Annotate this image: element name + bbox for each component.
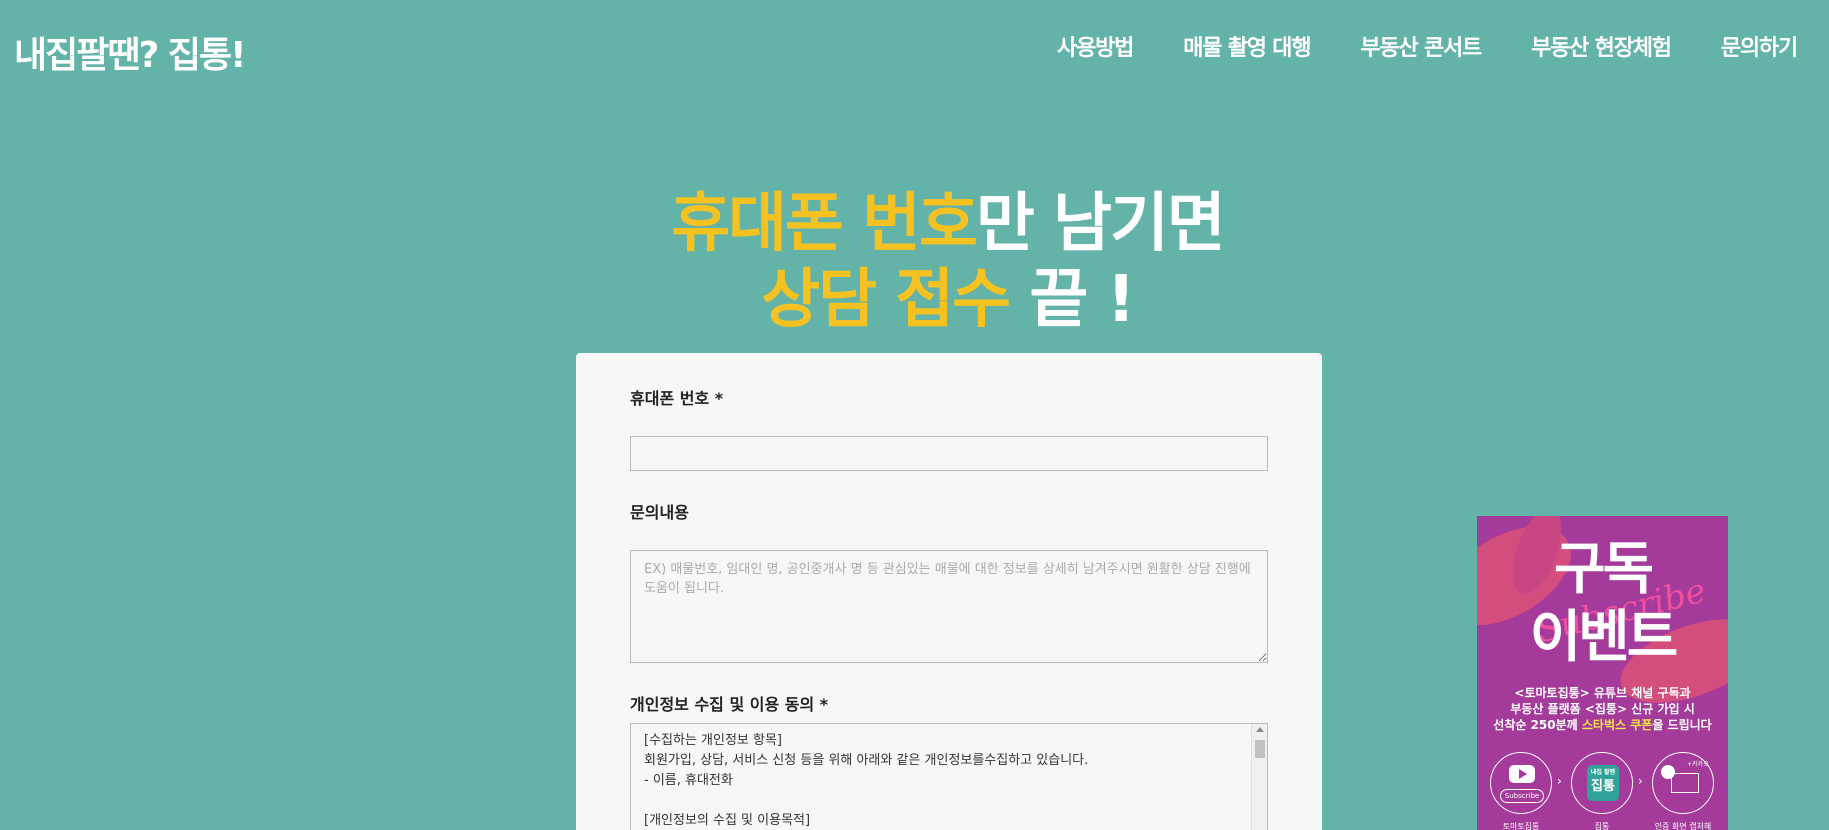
nav-real-estate-field-experience[interactable]: 부동산 현장체험 — [1531, 30, 1672, 62]
step-caption: 토마토집통 — [1502, 822, 1540, 830]
contact-form: 휴대폰 번호 * 문의내용 개인정보 수집 및 이용 동의 * [수집하는 개인… — [576, 353, 1322, 830]
play-icon — [1519, 769, 1527, 779]
subscribe-button-icon: Subscribe — [1500, 789, 1544, 803]
ad-steps: Subscribe › 내집 팔땐 집통 › +카카오 토마토집통 집통 인증 화… — [1490, 752, 1715, 830]
subscribe-event-banner[interactable]: 구독 Subscribe 이벤트 <토마토집통> 유튜브 채널 구독과 부동산 … — [1477, 516, 1728, 830]
hero-headline: 휴대폰 번호만 남기면 상담 접수 끝 ! — [0, 186, 1829, 338]
privacy-line: [개인정보의 수집 및 이용목적] — [644, 813, 811, 828]
ad-title-event: 이벤트 — [1529, 605, 1679, 670]
nav-contact[interactable]: 문의하기 — [1721, 30, 1798, 62]
privacy-policy-box[interactable]: [수집하는 개인정보 항목] 회원가입, 상담, 서비스 신청 등을 위해 아래… — [630, 723, 1268, 830]
ad-desc-highlight: 스타벅스 쿠폰 — [1581, 718, 1653, 732]
youtube-step-circle: Subscribe — [1490, 752, 1552, 814]
mail-step-circle: +카카오 — [1652, 752, 1714, 814]
headline-leave-only: 만 남기면 — [975, 187, 1226, 261]
privacy-line: - 이름, 휴대전화 — [644, 773, 733, 788]
ad-desc-line: 부동산 플랫폼 <집통> 신규 가입 시 — [1510, 702, 1695, 716]
privacy-line — [644, 791, 1254, 811]
step-caption: 집통 — [1594, 822, 1610, 830]
phone-label: 휴대폰 번호 * — [630, 389, 724, 408]
privacy-line: 회원가입, 상담, 서비스 신청 등을 위해 아래와 같은 개인정보를수집하고 … — [644, 753, 1089, 768]
scroll-up-arrow-icon[interactable] — [1256, 727, 1264, 732]
inquiry-textarea[interactable] — [630, 550, 1268, 663]
chevron-right-icon: › — [1557, 774, 1562, 788]
scroll-thumb[interactable] — [1255, 740, 1265, 758]
ad-desc-prefix: 선착순 250분께 — [1493, 718, 1582, 732]
headline-line-1: 휴대폰 번호만 남기면 — [0, 186, 1829, 262]
privacy-policy-text: [수집하는 개인정보 항목] 회원가입, 상담, 서비스 신청 등을 위해 아래… — [631, 724, 1267, 830]
headline-consult-received: 상담 접수 — [761, 263, 1011, 337]
nav-how-to-use[interactable]: 사용방법 — [1057, 30, 1134, 62]
chevron-right-icon: › — [1638, 774, 1643, 788]
headline-line-2: 상담 접수 끝 ! — [0, 262, 1829, 338]
main-nav: 사용방법 매물 촬영 대행 부동산 콘서트 부동산 현장체험 문의하기 — [1057, 30, 1798, 62]
inquiry-label: 문의내용 — [630, 503, 689, 522]
privacy-consent-label: 개인정보 수집 및 이용 동의 * — [630, 695, 829, 714]
app-icon-caption: 내집 팔땐 — [1590, 769, 1616, 776]
nav-listing-photo-service[interactable]: 매물 촬영 대행 — [1183, 30, 1311, 62]
headline-done: 끝 ! — [1009, 263, 1135, 337]
nav-real-estate-concert[interactable]: 부동산 콘서트 — [1360, 30, 1482, 62]
ad-description: <토마토집통> 유튜브 채널 구독과 부동산 플랫폼 <집통> 신규 가입 시 … — [1477, 685, 1728, 733]
jiptong-app-icon: 내집 팔땐 집통 — [1587, 765, 1619, 801]
headline-phone-number: 휴대폰 번호 — [671, 187, 978, 261]
site-logo[interactable]: 내집팔땐? 집통! — [14, 26, 247, 78]
step-caption: 인증 화면 캡처해서 — [1654, 822, 1712, 830]
ad-desc-suffix: 을 드립니다 — [1652, 718, 1712, 732]
ad-desc-line: <토마토집통> 유튜브 채널 구독과 — [1514, 686, 1691, 700]
mail-note: +카카오 — [1687, 761, 1709, 768]
ad-desc-line: 선착순 250분께 스타벅스 쿠폰을 드립니다 — [1477, 717, 1728, 733]
phone-input[interactable] — [630, 436, 1268, 471]
mail-icon — [1671, 773, 1699, 793]
privacy-line: [수집하는 개인정보 항목] — [644, 733, 783, 748]
app-step-circle: 내집 팔땐 집통 — [1571, 752, 1633, 814]
privacy-scrollbar[interactable] — [1251, 724, 1267, 830]
